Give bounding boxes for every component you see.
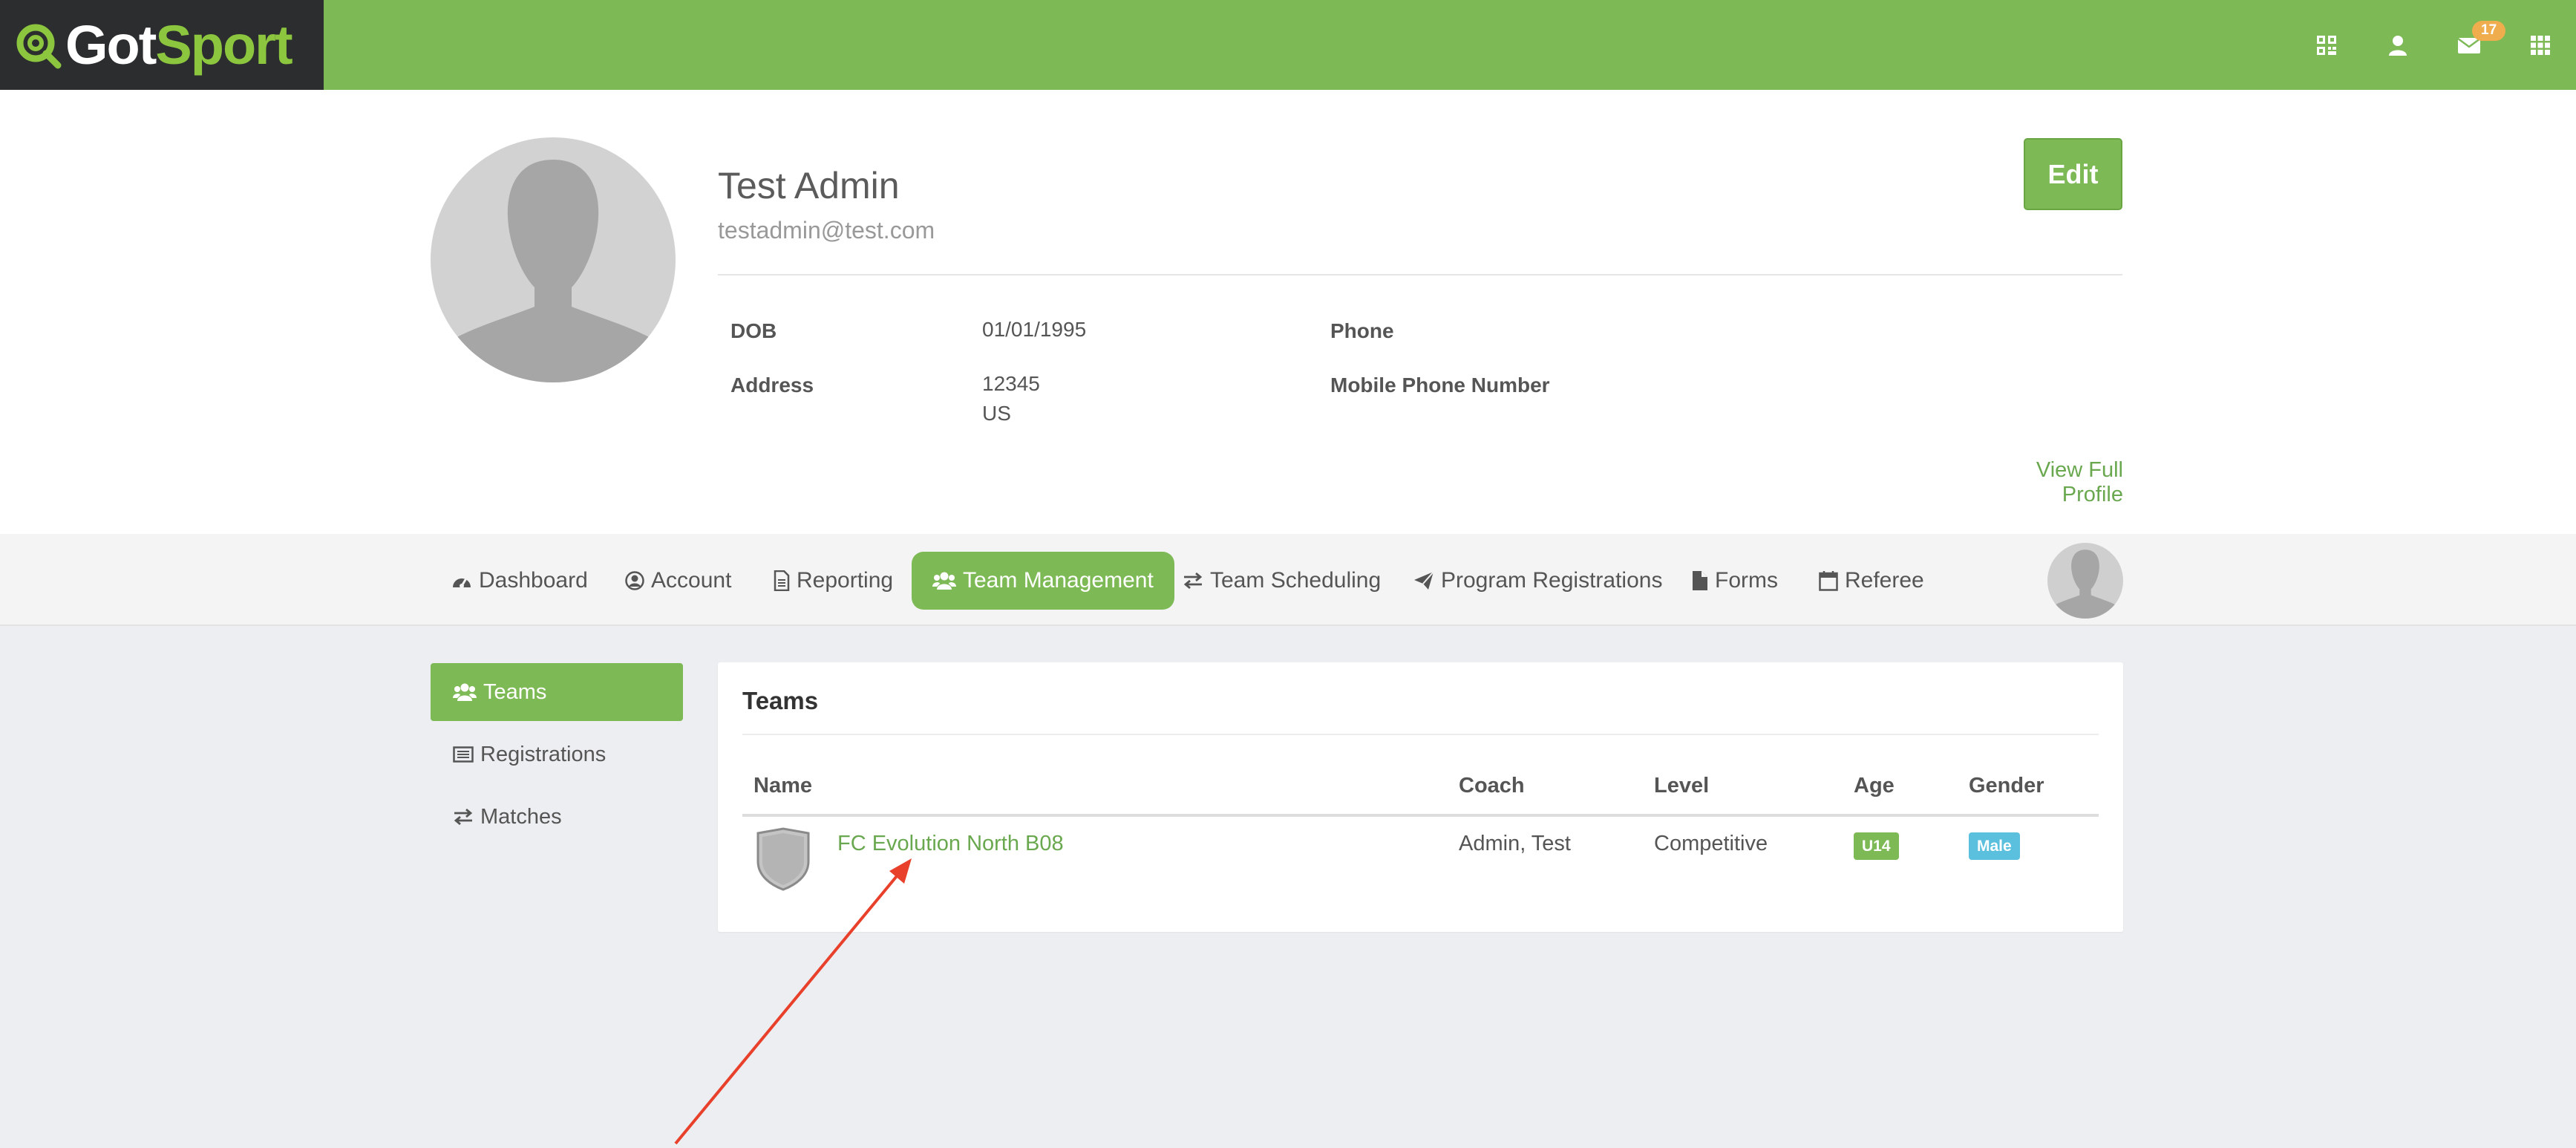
nav-avatar[interactable] (2047, 543, 2123, 619)
qr-code-button[interactable] (2291, 0, 2362, 90)
sidebar-item-teams-label: Teams (483, 679, 547, 704)
profile-email: testadmin@test.com (718, 217, 935, 244)
logo-mark-icon (16, 24, 62, 68)
address-line2: US (982, 402, 1011, 425)
nav-team-management-label: Team Management (963, 568, 1154, 593)
nav-program-registrations[interactable]: Program Registrations (1393, 552, 1683, 610)
dob-value: 01/01/1995 (982, 318, 1087, 341)
logo-text: GotSport (65, 13, 293, 76)
calendar-icon (1819, 571, 1838, 591)
user-menu-button[interactable] (2362, 0, 2433, 90)
nav-reporting-label: Reporting (797, 568, 894, 593)
gotsport-logo[interactable]: GotSport (0, 0, 324, 90)
mobile-phone-label: Mobile Phone Number (1330, 374, 1550, 397)
column-header-name[interactable]: Name (753, 774, 812, 798)
nav-reporting[interactable]: Reporting (753, 552, 914, 610)
qr-code-icon (2317, 35, 2336, 55)
nav-dashboard[interactable]: Dashboard (431, 552, 609, 610)
age-badge: U14 (1854, 832, 1899, 861)
address-label: Address (730, 374, 814, 397)
users-icon (453, 683, 477, 701)
phone-label: Phone (1330, 319, 1394, 342)
nav-forms-label: Forms (1715, 568, 1778, 593)
nav-forms[interactable]: Forms (1671, 552, 1799, 610)
nav-team-management[interactable]: Team Management (912, 552, 1174, 610)
column-header-gender[interactable]: Gender (1969, 774, 2044, 798)
nav-referee-label: Referee (1845, 568, 1924, 593)
team-coach: Admin, Test (1459, 832, 1571, 855)
list-icon (453, 746, 474, 763)
nav-program-registrations-label: Program Registrations (1441, 568, 1663, 593)
exchange-icon (1183, 573, 1203, 589)
view-full-profile-link[interactable]: View Full Profile (1975, 458, 2123, 507)
table-header-line (742, 814, 2099, 817)
apps-menu-button[interactable] (2505, 0, 2576, 90)
messages-button[interactable]: 17 (2433, 0, 2506, 90)
dashboard-icon (453, 578, 471, 588)
exchange-icon (454, 809, 473, 825)
top-icons: 17 (2291, 0, 2576, 90)
profile-divider (718, 274, 2122, 275)
nav-account[interactable]: Account (604, 552, 752, 610)
nav-account-label: Account (651, 568, 732, 593)
top-bar: GotSport 17 (0, 0, 2576, 90)
panel-divider (742, 734, 2099, 735)
address-line1: 12345 (982, 372, 1040, 395)
avatar-silhouette-icon (2054, 549, 2116, 619)
edit-profile-button[interactable]: Edit (2024, 138, 2122, 210)
dob-label: DOB (730, 319, 777, 342)
grid-icon (2531, 35, 2550, 55)
user-icon (2389, 35, 2407, 56)
users-icon (932, 572, 956, 590)
main-nav: Dashboard Account Reporting Team Managem… (0, 534, 2576, 626)
team-name-link[interactable]: FC Evolution North B08 (837, 832, 1064, 856)
paper-plane-icon (1414, 571, 1434, 590)
file-icon (1693, 571, 1707, 590)
team-shield-icon (756, 827, 810, 891)
document-icon (774, 570, 790, 591)
sidebar-item-registrations-label: Registrations (480, 742, 607, 766)
teams-panel-title: Teams (742, 687, 819, 714)
teams-panel: Teams Name Coach Level Age Gender FC Evo… (718, 662, 2123, 932)
nav-team-scheduling-label: Team Scheduling (1210, 568, 1382, 593)
column-header-coach[interactable]: Coach (1459, 774, 1525, 798)
user-circle-icon (625, 571, 644, 590)
nav-team-scheduling[interactable]: Team Scheduling (1162, 552, 1402, 610)
gender-badge: Male (1969, 832, 2020, 861)
sidebar-item-registrations[interactable]: Registrations (431, 725, 683, 783)
column-header-level[interactable]: Level (1654, 774, 1709, 798)
message-count-badge: 17 (2472, 21, 2506, 41)
avatar-silhouette-icon (453, 160, 653, 382)
team-level: Competitive (1654, 832, 1768, 855)
sidebar-item-matches[interactable]: Matches (431, 788, 683, 846)
sidebar-item-teams[interactable]: Teams (431, 663, 683, 721)
nav-dashboard-label: Dashboard (479, 568, 588, 593)
column-header-age[interactable]: Age (1854, 774, 1895, 798)
profile-avatar (431, 137, 676, 382)
nav-referee[interactable]: Referee (1798, 552, 1945, 610)
profile-name: Test Admin (718, 165, 900, 206)
sidebar-item-matches-label: Matches (480, 804, 562, 829)
profile-header: Test Admin testadmin@test.com Edit DOB 0… (0, 90, 2576, 534)
